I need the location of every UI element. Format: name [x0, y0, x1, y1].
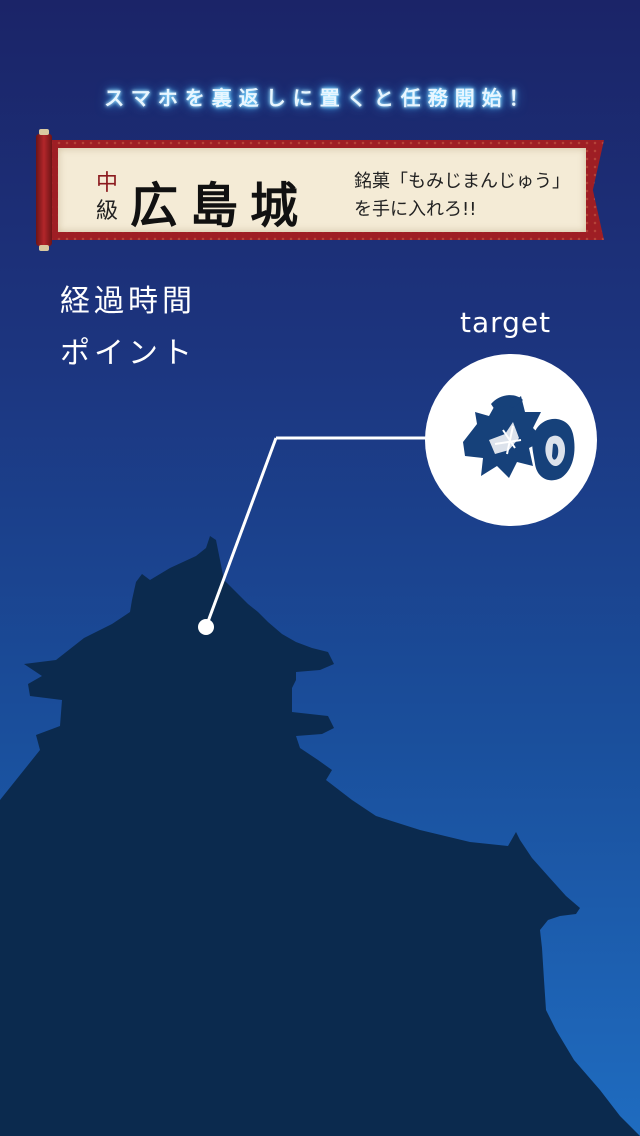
- castle-name: 広島城: [130, 178, 311, 234]
- momiji-manju-icon: [463, 395, 575, 481]
- elapsed-time-label: 経過時間: [60, 284, 196, 319]
- mission-text: 銘菓「もみじまんじゅう」 を手に入れろ!!: [354, 168, 570, 224]
- scroll-rod: [36, 129, 52, 251]
- pointer-dot: [198, 619, 214, 635]
- mission-line-2: を手に入れろ!!: [354, 199, 477, 220]
- target-label: target: [460, 306, 552, 339]
- level-bottom-char: 級: [95, 199, 118, 224]
- mission-banner: 中 級 広島城 銘菓「もみじまんじゅう」 を手に入れろ!!: [36, 129, 604, 251]
- difficulty-level: 中 級: [94, 170, 120, 226]
- banner-paper: 中 級 広島城 銘菓「もみじまんじゅう」 を手に入れろ!!: [58, 148, 586, 234]
- target-circle: [425, 354, 597, 526]
- level-top-char: 中: [95, 171, 118, 196]
- start-instruction: スマホを裏返しに置くと任務開始！: [104, 86, 536, 110]
- mission-line-1: 銘菓「もみじまんじゅう」: [354, 171, 570, 192]
- points-label: ポイント: [60, 336, 196, 371]
